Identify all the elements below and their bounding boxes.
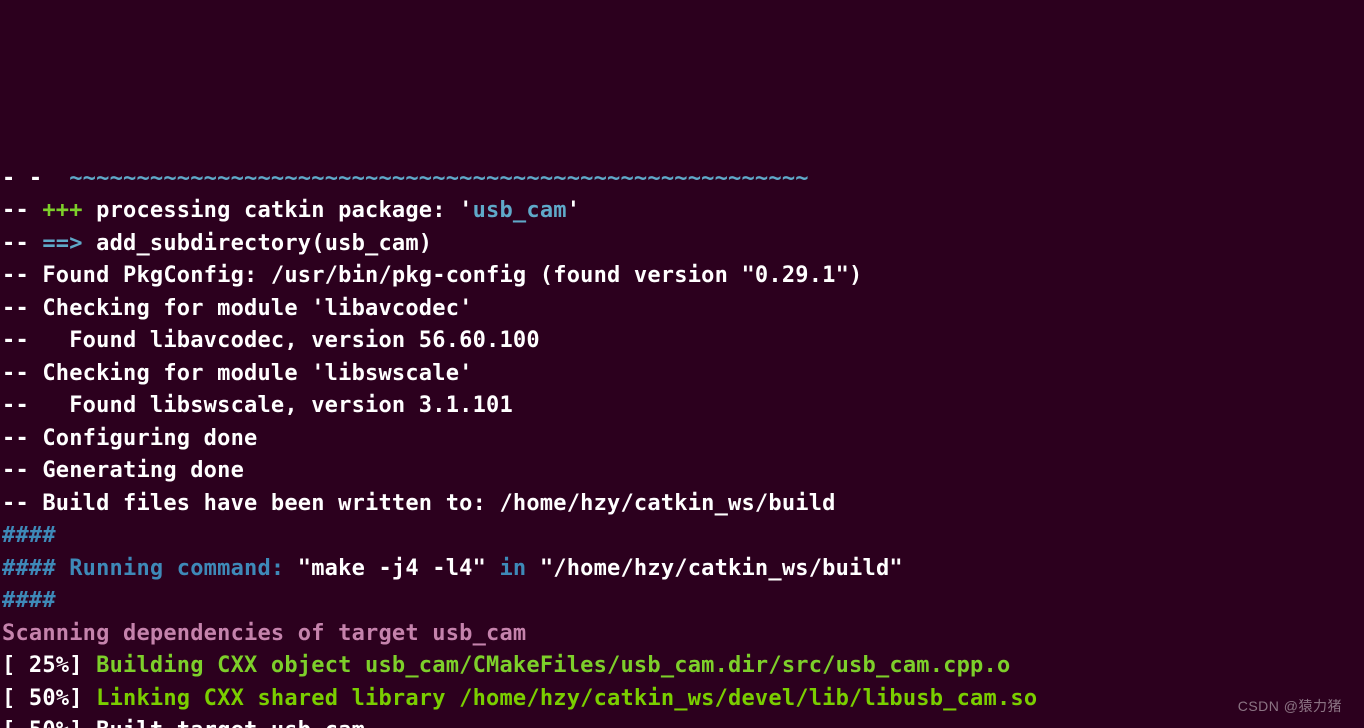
- running-command-label: #### Running command:: [2, 556, 298, 581]
- output-text: ': [567, 198, 580, 223]
- output-line: -- Checking for module 'libavcodec': [2, 296, 473, 321]
- arrow-marker: ==>: [42, 231, 96, 256]
- progress-percent: [ 25%]: [2, 653, 96, 678]
- output-tilde: ~~~~~~~~~~~~~~~~~~~~~~~~~~~~~~~~~~~~~~~~…: [69, 166, 808, 191]
- output-line: - -: [2, 166, 69, 191]
- output-line: -- Generating done: [2, 458, 244, 483]
- hash-divider: ####: [2, 523, 56, 548]
- in-label: in: [486, 556, 540, 581]
- output-text: processing catkin package: ': [96, 198, 472, 223]
- output-line: -- Found PkgConfig: /usr/bin/pkg-config …: [2, 263, 863, 288]
- build-path: "/home/hzy/catkin_ws/build": [540, 556, 903, 581]
- terminal-output: - - ~~~~~~~~~~~~~~~~~~~~~~~~~~~~~~~~~~~~…: [0, 130, 1364, 728]
- scanning-line: Scanning dependencies of target usb_cam: [2, 621, 526, 646]
- output-line: -- Found libavcodec, version 56.60.100: [2, 328, 540, 353]
- output-line: -- Checking for module 'libswscale': [2, 361, 473, 386]
- plus-marker: +++: [42, 198, 96, 223]
- linking-line: Linking CXX shared library /home/hzy/cat…: [96, 686, 1037, 711]
- package-name: usb_cam: [473, 198, 567, 223]
- output-text: add_subdirectory(usb_cam): [96, 231, 432, 256]
- command-text: "make -j4 -l4": [298, 556, 486, 581]
- progress-percent: [ 50%]: [2, 686, 96, 711]
- output-line: -- Build files have been written to: /ho…: [2, 491, 836, 516]
- output-line: --: [2, 198, 42, 223]
- watermark: CSDN @猿力猪: [1238, 690, 1342, 723]
- hash-divider: ####: [2, 588, 56, 613]
- output-line: -- Configuring done: [2, 426, 257, 451]
- output-line: --: [2, 231, 42, 256]
- built-target-line: [ 50%] Built target usb_cam: [2, 718, 365, 728]
- output-line: -- Found libswscale, version 3.1.101: [2, 393, 513, 418]
- building-line: Building CXX object usb_cam/CMakeFiles/u…: [96, 653, 1010, 678]
